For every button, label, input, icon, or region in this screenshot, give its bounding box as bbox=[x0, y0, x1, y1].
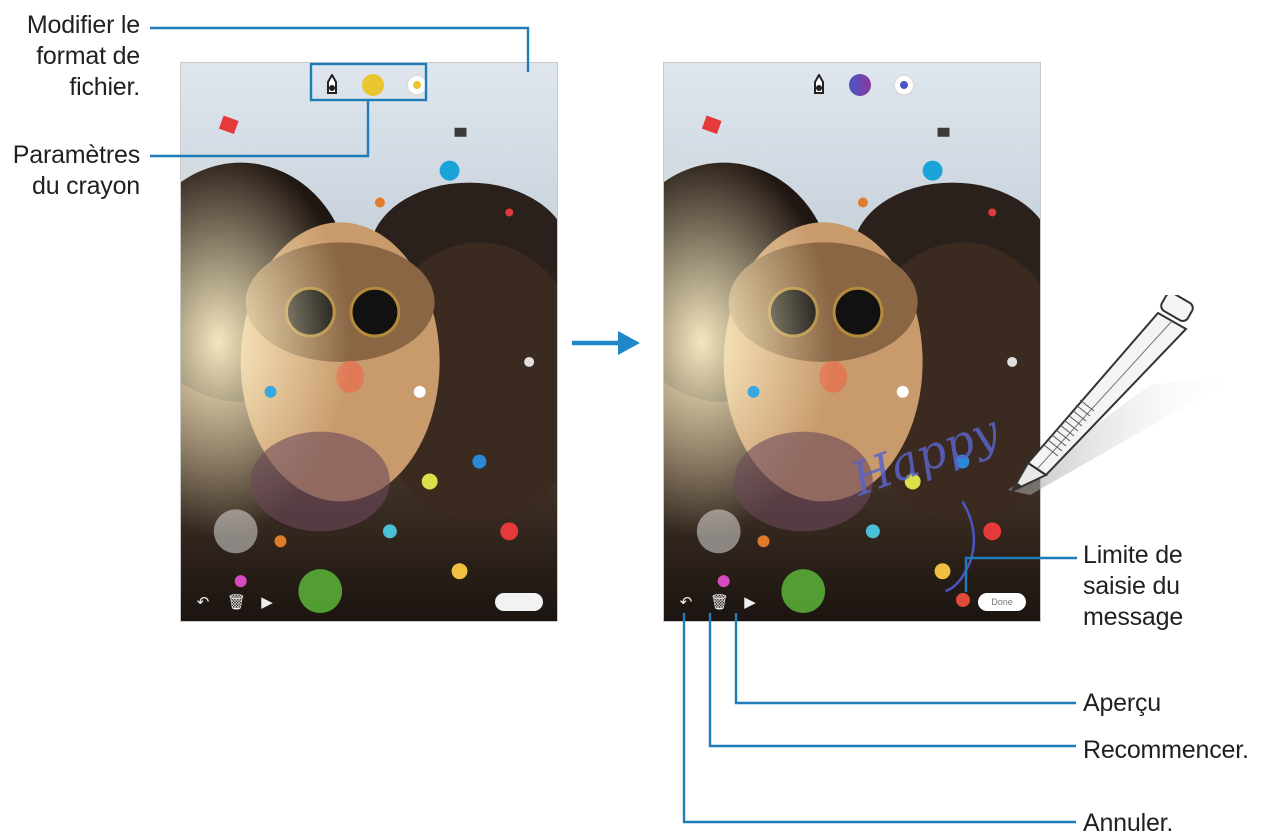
transition-arrow bbox=[572, 331, 640, 355]
screen-after: Happy ‹ ↶ 🗑 ▶ Done bbox=[663, 62, 1041, 622]
play-icon[interactable]: ▶ bbox=[259, 593, 275, 611]
back-icon[interactable]: ‹ bbox=[680, 71, 686, 92]
undo-icon[interactable]: ↶ bbox=[678, 593, 694, 611]
undo-icon[interactable]: ↶ bbox=[195, 593, 211, 611]
trash-icon[interactable]: 🗑 bbox=[710, 593, 729, 611]
done-button[interactable]: Done bbox=[978, 593, 1026, 611]
pen-toolbar bbox=[811, 69, 915, 101]
pen-effect-icon[interactable] bbox=[406, 74, 428, 96]
restart-callout-line bbox=[708, 613, 1076, 748]
message-limit-icon bbox=[956, 593, 970, 607]
bottom-toolbar: ↶ 🗑 ▶ bbox=[195, 593, 275, 611]
pen-type-icon[interactable] bbox=[324, 74, 340, 96]
pen-effect-icon[interactable] bbox=[893, 74, 915, 96]
message-limit-label: Limite de saisie du message bbox=[1083, 541, 1184, 631]
preview-label: Aperçu bbox=[1083, 689, 1162, 717]
back-icon[interactable]: ‹ bbox=[197, 71, 203, 92]
undo-callout-line bbox=[682, 613, 1076, 824]
pen-color-swatch[interactable] bbox=[362, 74, 384, 96]
play-icon[interactable]: ▶ bbox=[742, 593, 758, 611]
trash-icon[interactable]: 🗑 bbox=[227, 593, 246, 611]
party-photo-after bbox=[664, 63, 1040, 621]
screen-before: ‹ ↶ 🗑 ▶ bbox=[180, 62, 558, 622]
pen-color-swatch[interactable] bbox=[849, 74, 871, 96]
s-pen-illustration bbox=[1008, 295, 1240, 495]
restart-label: Recommencer. bbox=[1083, 736, 1249, 764]
file-format-label: Modifier le format de fichier. bbox=[26, 11, 140, 101]
party-photo-before bbox=[181, 63, 557, 621]
pen-type-icon[interactable] bbox=[811, 74, 827, 96]
undo-label: Annuler. bbox=[1083, 809, 1174, 837]
bottom-toolbar: ↶ 🗑 ▶ bbox=[678, 593, 758, 611]
done-button[interactable] bbox=[495, 593, 543, 611]
pen-settings-label: Paramètres du crayon bbox=[12, 141, 140, 200]
preview-callout-line bbox=[734, 613, 1076, 705]
pen-toolbar bbox=[324, 69, 428, 101]
